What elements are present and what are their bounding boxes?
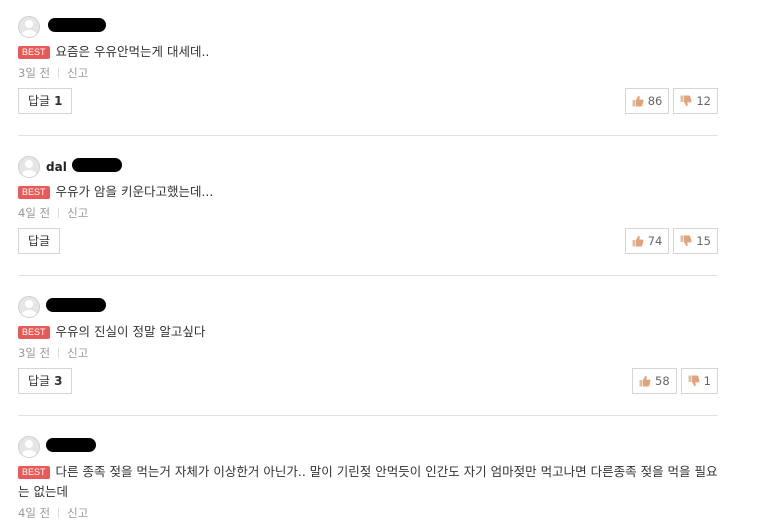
comment-item: dal BEST 우유가 암을 키운다고했는데... 4일 전 신고 답글 74 1… <box>18 156 718 254</box>
comment-item: BEST 우유의 진실이 정말 알고싶다 3일 전 신고 답글 3 58 1 <box>18 296 718 394</box>
like-count: 58 <box>655 374 670 388</box>
thumbs-down-icon <box>688 375 700 387</box>
redaction-mark <box>48 18 106 32</box>
meta-divider <box>58 208 60 218</box>
comment-time: 4일 전 <box>18 206 51 220</box>
like-button[interactable]: 74 <box>624 228 670 254</box>
like-button[interactable]: 58 <box>632 368 677 394</box>
comment-item: BEST 요즘은 우유안먹는게 대세데.. 3일 전 신고 답글 1 86 12 <box>18 16 718 114</box>
redaction-mark <box>72 158 122 172</box>
comment-text: 요즘은 우유안먹는게 대세데.. <box>55 44 210 59</box>
thumbs-up-icon <box>639 375 651 387</box>
reply-button[interactable]: 답글 1 <box>18 88 73 114</box>
avatar[interactable] <box>18 296 40 318</box>
vote-group: 86 12 <box>624 88 718 114</box>
avatar[interactable] <box>18 436 40 458</box>
best-badge: BEST <box>18 186 50 199</box>
comment-time: 3일 전 <box>18 66 51 80</box>
comment-meta: 4일 전 신고 <box>18 504 718 522</box>
comment-body: BEST 요즘은 우유안먹는게 대세데.. <box>18 42 718 62</box>
meta-divider <box>58 348 60 358</box>
thumbs-down-icon <box>680 95 692 107</box>
redaction-mark <box>46 298 106 312</box>
comment-meta: 3일 전 신고 <box>18 64 718 82</box>
comment-body: BEST 우유의 진실이 정말 알고싶다 <box>18 322 718 342</box>
avatar[interactable] <box>18 16 40 38</box>
reply-label: 답글 <box>28 234 51 248</box>
best-badge: BEST <box>18 466 50 479</box>
report-link[interactable]: 신고 <box>67 66 88 80</box>
comment-header: dal <box>18 156 718 178</box>
comment-time: 3일 전 <box>18 346 51 360</box>
dislike-count: 12 <box>696 94 711 108</box>
thumbs-down-icon <box>680 235 692 247</box>
reply-label: 답글 <box>28 94 51 108</box>
reply-button[interactable]: 답글 3 <box>18 368 73 394</box>
meta-divider <box>58 68 60 78</box>
comment-meta: 4일 전 신고 <box>18 204 718 222</box>
meta-divider <box>58 508 60 518</box>
comment-header <box>18 296 718 318</box>
reply-count: 1 <box>54 94 63 108</box>
username[interactable]: dal <box>46 160 67 174</box>
comment-header <box>18 16 718 38</box>
dislike-button[interactable]: 1 <box>680 368 718 394</box>
thumbs-up-icon <box>632 95 644 107</box>
reply-button[interactable]: 답글 <box>18 228 61 254</box>
redaction-mark <box>46 438 96 452</box>
thumbs-up-icon <box>632 235 644 247</box>
comment-divider <box>18 415 718 416</box>
vote-group: 58 1 <box>632 368 718 394</box>
comment-item: BEST 다른 종족 젖을 먹는거 자체가 이상한거 아닌가.. 말이 기린젖 안… <box>18 436 718 522</box>
dislike-button[interactable]: 15 <box>673 228 718 254</box>
avatar[interactable] <box>18 156 40 178</box>
best-badge: BEST <box>18 46 50 59</box>
comment-meta: 3일 전 신고 <box>18 344 718 362</box>
comment-header <box>18 436 718 458</box>
comment-actions: 답글 1 86 12 <box>18 88 718 114</box>
comment-divider <box>18 275 718 276</box>
dislike-count: 15 <box>696 234 711 248</box>
comment-body: BEST 다른 종족 젖을 먹는거 자체가 이상한거 아닌가.. 말이 기린젖 안… <box>18 462 718 502</box>
comment-actions: 답글 3 58 1 <box>18 368 718 394</box>
report-link[interactable]: 신고 <box>67 346 88 360</box>
comment-text: 우유가 암을 키운다고했는데... <box>55 184 214 199</box>
vote-group: 74 15 <box>624 228 718 254</box>
reply-count: 3 <box>54 374 63 388</box>
like-count: 74 <box>647 234 663 248</box>
report-link[interactable]: 신고 <box>67 206 88 220</box>
dislike-button[interactable]: 12 <box>673 88 718 114</box>
comment-divider <box>18 135 718 136</box>
dislike-count: 1 <box>703 374 711 388</box>
comment-actions: 답글 74 15 <box>18 228 718 254</box>
like-count: 86 <box>647 94 663 108</box>
best-badge: BEST <box>18 326 50 339</box>
reply-label: 답글 <box>28 374 51 388</box>
like-button[interactable]: 86 <box>624 88 670 114</box>
comment-text: 다른 종족 젖을 먹는거 자체가 이상한거 아닌가.. 말이 기린젖 안먹듯이 … <box>18 464 718 499</box>
comment-body: BEST 우유가 암을 키운다고했는데... <box>18 182 718 202</box>
comment-text: 우유의 진실이 정말 알고싶다 <box>55 324 206 339</box>
